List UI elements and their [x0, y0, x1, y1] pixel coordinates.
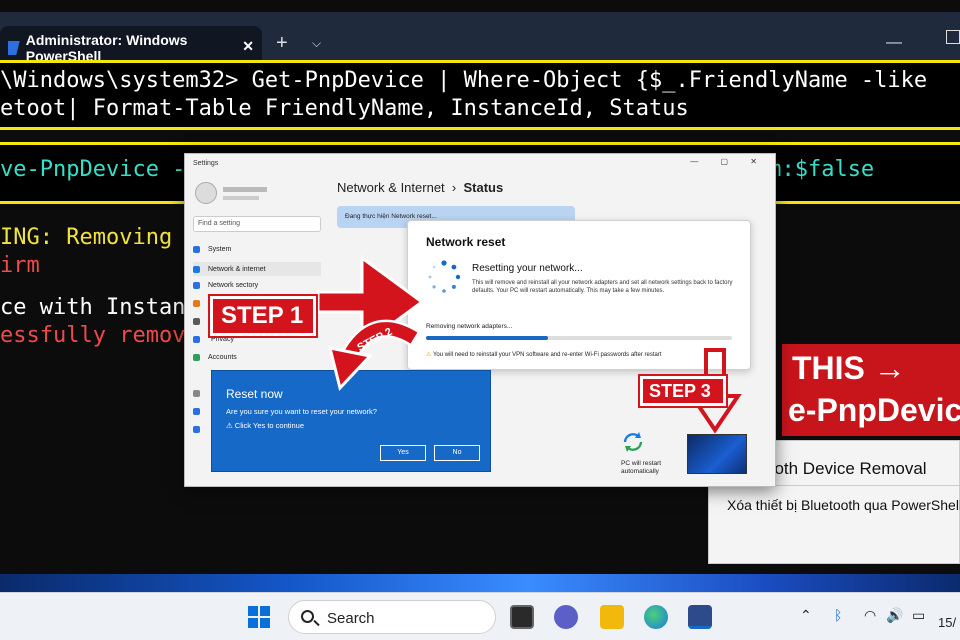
spinner-icon — [428, 260, 461, 293]
edge-icon[interactable] — [644, 605, 668, 629]
card-title: ooth Device Removal — [765, 459, 927, 478]
reset-status: Resetting your network... — [472, 263, 583, 274]
reset-note: ⚠ You will need to reinstall your VPN so… — [426, 352, 662, 358]
banner-line-2: e-PnpDevice — [788, 392, 960, 428]
dialog-hint: ⚠ Click Yes to continue — [226, 421, 305, 430]
battery-icon[interactable]: ▭ — [912, 607, 925, 624]
taskbar-search[interactable]: Search — [288, 600, 496, 634]
network-icon — [193, 265, 200, 273]
yes-button[interactable]: Yes — [380, 445, 426, 461]
card-subtitle: Xóa thiết bị Bluetooth qua PowerShell — [727, 497, 960, 513]
warning-icon: ⚠ — [426, 352, 432, 358]
system-icon — [193, 246, 200, 253]
reset-now-dialog: Reset now Are you sure you want to reset… — [211, 370, 491, 472]
wifi-icon[interactable]: ◠ — [864, 607, 876, 624]
chevron-down-icon[interactable]: ⌵ — [312, 36, 321, 51]
apps-icon — [193, 318, 200, 325]
file-explorer-icon[interactable] — [600, 605, 624, 629]
account-email-blurred — [223, 196, 259, 200]
task-view-icon[interactable] — [510, 605, 534, 629]
command-line-1a: \Windows\system32> Get-PnpDevice | Where… — [0, 68, 928, 93]
network-reset-title: Network reset — [426, 235, 506, 249]
powershell-icon — [8, 41, 20, 55]
windows-desktop-thumbnail — [687, 434, 747, 474]
sidebar-item-personalization[interactable] — [193, 300, 208, 307]
minimize-button[interactable]: — — [886, 34, 902, 52]
restart-icon — [623, 432, 643, 452]
start-button[interactable] — [248, 606, 270, 628]
warning-line-2: irm — [0, 253, 40, 278]
close-tab-icon[interactable]: ✕ — [242, 38, 254, 55]
sidebar-item-apps[interactable] — [193, 318, 208, 325]
command-line-1b: etoot| Format-Table FriendlyName, Instan… — [0, 96, 689, 121]
progress-label: Removing network adapters... — [426, 323, 513, 330]
reset-description: This will remove and reinstall all your … — [472, 280, 733, 294]
clock-icon — [193, 336, 200, 343]
restart-caption: PC will restart automatically — [621, 460, 662, 475]
sidebar-item-privacy[interactable]: Privacy — [211, 336, 234, 343]
maximize-button[interactable] — [946, 30, 960, 44]
sidebar-item-update[interactable] — [193, 426, 208, 433]
volume-icon[interactable]: 🔊 — [886, 607, 903, 624]
taskbar: Search ⌃ ᛒ ◠ 🔊 ▭ 15/ — [0, 592, 960, 640]
network-reset-panel: Network reset Resetting your network... … — [407, 220, 751, 370]
sidebar-item-accounts[interactable]: Accounts — [193, 354, 237, 361]
sidebar-item-network-security[interactable]: Network sectory — [193, 282, 258, 289]
screen: Administrator: Windows PowerShell ✕ + ⌵ … — [0, 0, 960, 640]
update-icon — [193, 426, 200, 433]
powershell-taskbar-icon[interactable] — [688, 605, 712, 629]
tray-chevron-icon[interactable]: ⌃ — [800, 607, 812, 624]
new-tab-button[interactable]: + — [276, 32, 288, 55]
page-title: Network & Internet › Status — [337, 180, 504, 195]
search-label: Search — [327, 610, 375, 627]
warning-line-1: ING: Removing de — [0, 225, 212, 250]
output-line-2: essfully removed — [0, 323, 212, 348]
bluetooth-icon — [193, 282, 200, 289]
sidebar-item-system[interactable]: System — [193, 246, 231, 253]
gaming-icon — [193, 390, 200, 397]
progress-bar-fill — [426, 336, 549, 340]
accessibility-icon — [193, 408, 200, 415]
step-3-label: STEP 3 — [638, 374, 728, 408]
dialog-title: Reset now — [226, 387, 283, 401]
no-button[interactable]: No — [434, 445, 480, 461]
step-1-label: STEP 1 — [208, 294, 318, 338]
sidebar-item-time[interactable] — [193, 336, 208, 343]
banner-line-1: THIS → — [792, 350, 906, 386]
dialog-question: Are you sure you want to reset your netw… — [226, 407, 377, 416]
clock[interactable]: 15/ — [938, 615, 956, 630]
brush-icon — [193, 300, 200, 307]
sidebar-item-accessibility[interactable] — [193, 408, 208, 415]
command-line-1: \Windows\system32> Get-PnpDevice | Where… — [0, 60, 960, 130]
accounts-icon — [193, 354, 200, 361]
settings-window-controls[interactable]: — ▢ ✕ — [690, 157, 767, 166]
highlight-banner: THIS → e-PnpDevice — [782, 344, 960, 436]
settings-title: Settings — [193, 160, 219, 167]
output-line-1: ce with Instanc — [0, 295, 199, 320]
sidebar-item-gaming[interactable] — [193, 390, 208, 397]
search-icon — [301, 610, 314, 623]
bluetooth-tray-icon[interactable]: ᛒ — [834, 607, 842, 623]
settings-search-input[interactable]: Find a setting — [193, 216, 321, 232]
progress-bar — [426, 336, 732, 340]
avatar — [195, 182, 217, 204]
sidebar-item-network[interactable]: Network & internet — [193, 262, 321, 276]
chat-icon[interactable] — [554, 605, 578, 629]
account-name-blurred — [223, 187, 267, 192]
